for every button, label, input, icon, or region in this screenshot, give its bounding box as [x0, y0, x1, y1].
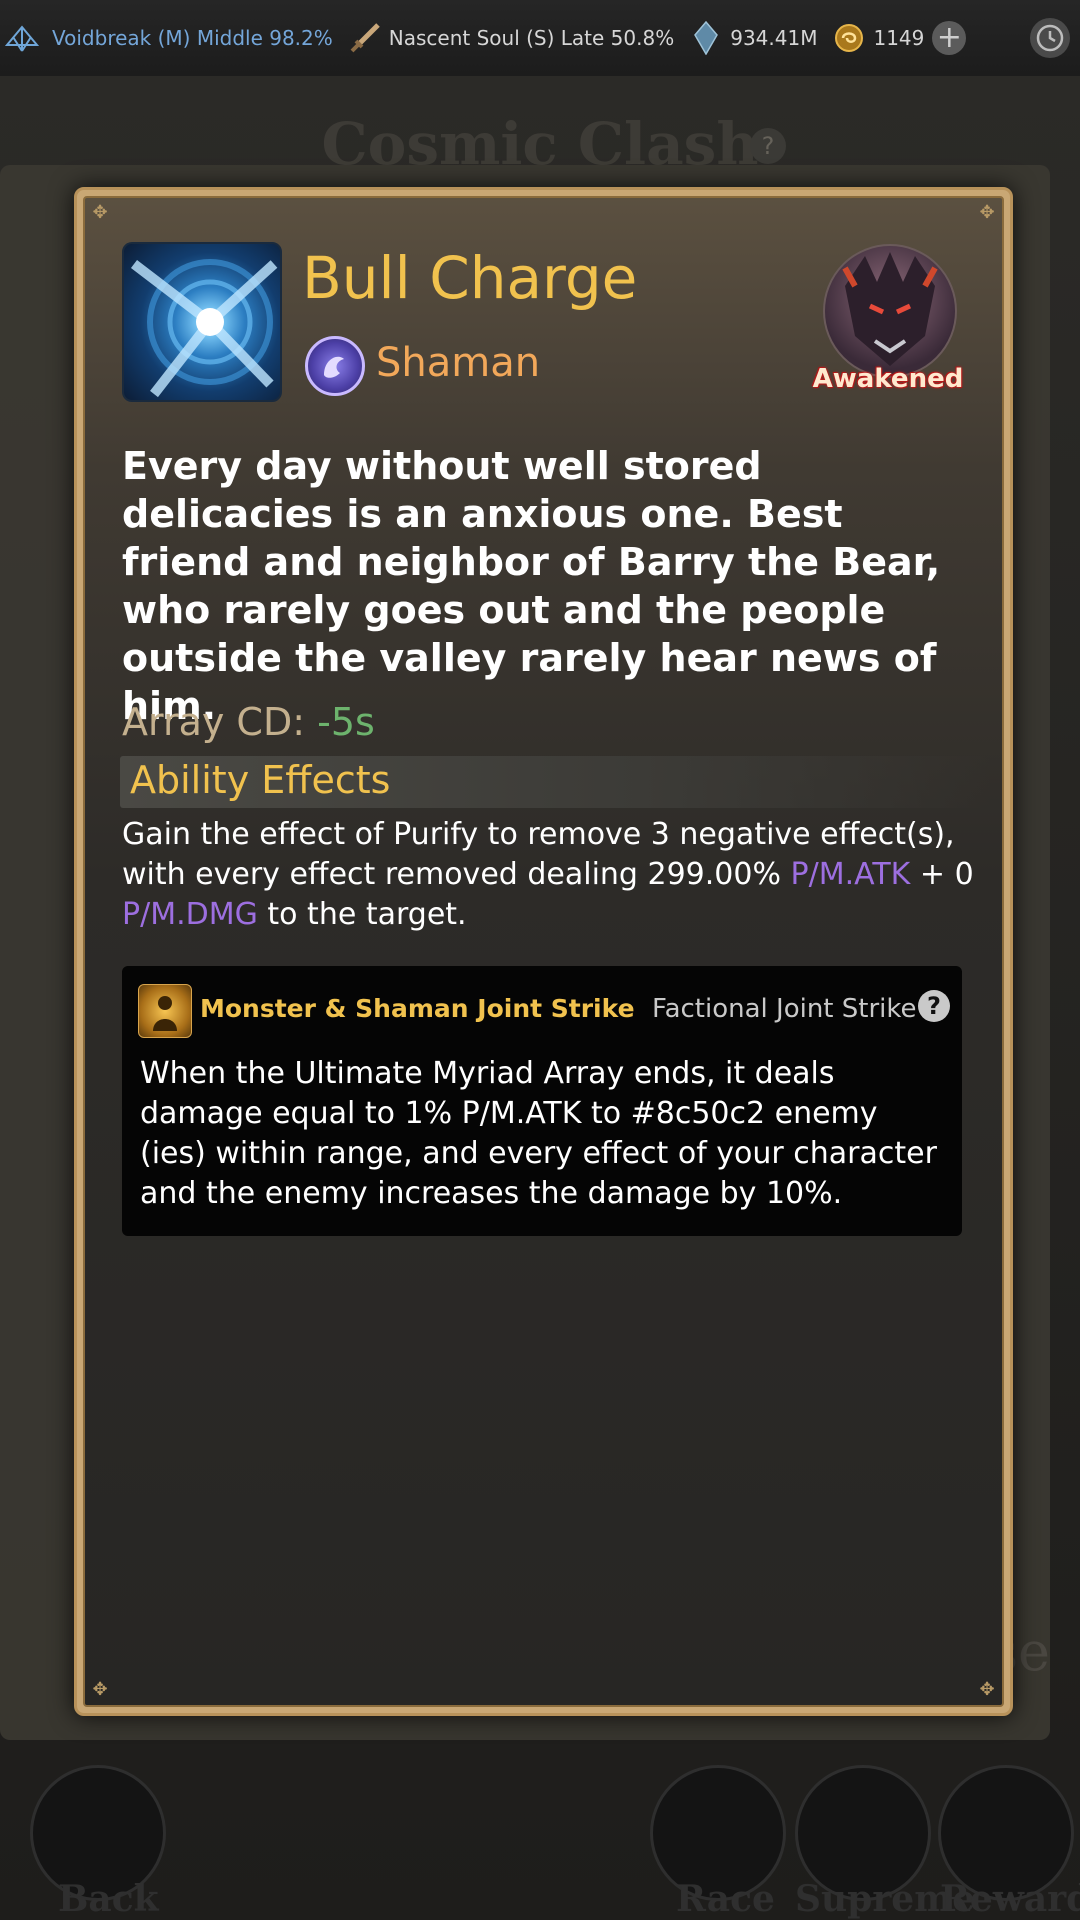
- joint-strike-type: Factional Joint Strike: [652, 994, 917, 1024]
- ability-effects-title: Ability Effects: [130, 758, 391, 802]
- effect-stat-dmg: P/M.DMG: [122, 897, 258, 932]
- corner-ornament-icon: ✥: [92, 1679, 108, 1700]
- realm-left-stat[interactable]: Voidbreak (M) Middle 98.2%: [4, 20, 333, 56]
- corner-ornament-icon: ✥: [979, 202, 995, 223]
- race-label: Race: [676, 1878, 775, 1920]
- spirit-stone-value: 934.41M: [730, 26, 818, 50]
- sword-icon: [347, 20, 383, 56]
- currency-stat[interactable]: 1149: [831, 20, 924, 56]
- skill-name: Bull Charge: [302, 244, 638, 312]
- fan-icon: [4, 20, 40, 56]
- skill-description: Every day without well stored delicacies…: [122, 444, 941, 728]
- ability-effects-header: Ability Effects: [120, 756, 990, 808]
- top-status-bar: Voidbreak (M) Middle 98.2% Nascent Soul …: [0, 0, 1080, 77]
- effect-stat-atk: P/M.ATK: [790, 857, 911, 892]
- crystal-icon: [688, 20, 724, 56]
- awakened-badge: Awakened: [812, 364, 964, 394]
- shaman-class-icon: [305, 336, 365, 396]
- joint-strike-title: Monster & Shaman Joint Strike: [200, 994, 635, 1023]
- ability-effect-text: Gain the effect of Purify to remove 3 ne…: [122, 815, 982, 935]
- joint-strike-panel: Monster & Shaman Joint Strike Factional …: [122, 966, 962, 1236]
- joint-strike-icon: [138, 984, 192, 1038]
- corner-ornament-icon: ✥: [92, 202, 108, 223]
- spirit-stone-stat[interactable]: 934.41M: [688, 20, 817, 56]
- rewards-label: Rewards: [940, 1878, 1080, 1920]
- back-label: Back: [58, 1878, 159, 1920]
- joint-strike-description: When the Ultimate Myriad Array ends, it …: [140, 1056, 937, 1211]
- array-cd-value: -5s: [317, 700, 375, 744]
- array-cd-row: Array CD: -5s: [122, 700, 375, 744]
- monster-portrait: [823, 244, 957, 378]
- effect-text-part: + 0: [919, 857, 974, 892]
- card-inner-frame: ✥ ✥ ✥ ✥: [83, 196, 1004, 1707]
- array-cd-label: Array CD:: [122, 700, 306, 744]
- skill-detail-card: ✥ ✥ ✥ ✥: [74, 187, 1013, 1716]
- add-currency-button[interactable]: +: [932, 20, 967, 55]
- currency-value: 1149: [873, 26, 925, 50]
- skill-icon: [122, 242, 282, 402]
- realm-right-stat[interactable]: Nascent Soul (S) Late 50.8%: [347, 20, 674, 56]
- coin-icon: [831, 20, 867, 56]
- corner-ornament-icon: ✥: [979, 1679, 995, 1700]
- plus-icon: +: [936, 20, 962, 55]
- background-help-icon: ?: [750, 128, 786, 164]
- clock-button[interactable]: [1030, 18, 1070, 58]
- effect-text-part: to the target.: [267, 897, 467, 932]
- help-icon[interactable]: ?: [918, 990, 950, 1022]
- realm-left-label: Voidbreak (M) Middle 98.2%: [52, 26, 333, 50]
- skill-class: Shaman: [376, 340, 541, 386]
- clock-icon: [1036, 24, 1064, 52]
- realm-right-label: Nascent Soul (S) Late 50.8%: [388, 26, 675, 50]
